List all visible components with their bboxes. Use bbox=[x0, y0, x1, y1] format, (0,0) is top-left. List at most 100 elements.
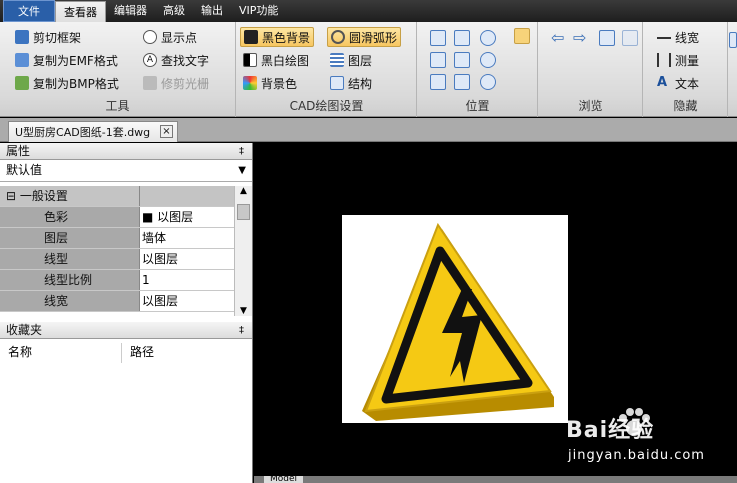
property-row[interactable]: 线型比例 1 bbox=[0, 270, 234, 291]
menu-editor[interactable]: 编辑器 bbox=[106, 0, 155, 22]
close-tab-icon[interactable]: × bbox=[160, 125, 173, 138]
section-general[interactable]: ⊟ 一般设置 bbox=[0, 186, 234, 207]
arc-icon bbox=[331, 30, 345, 44]
column-path-header[interactable]: 路径 bbox=[122, 343, 154, 363]
measure-label: 测量 bbox=[675, 53, 700, 68]
trim-raster-button[interactable]: 修剪光栅 bbox=[140, 73, 212, 93]
line-width-label: 线宽 bbox=[675, 30, 700, 45]
copy-emf-button[interactable]: 复制为EMF格式 bbox=[12, 50, 121, 70]
group-browse-label: 浏览 bbox=[578, 99, 603, 113]
rotate-icon[interactable] bbox=[430, 74, 446, 90]
layers-label: 图层 bbox=[348, 53, 373, 68]
document-tab-title: U型厨房CAD图纸-1套.dwg bbox=[15, 126, 151, 139]
ribbon-overflow-icon[interactable] bbox=[729, 32, 737, 48]
menu-advanced[interactable]: 高级 bbox=[155, 0, 193, 22]
scroll-thumb[interactable] bbox=[237, 204, 250, 220]
bw-icon bbox=[243, 53, 257, 67]
copy-bmp-button[interactable]: 复制为BMP格式 bbox=[12, 73, 122, 93]
pin-icon[interactable]: ‡ bbox=[239, 144, 244, 160]
group-tools: 剪切框架 复制为EMF格式 复制为BMP格式 显示点 A 查找文字 修剪光栅 工具 bbox=[0, 22, 236, 117]
collapse-icon[interactable]: ⊟ bbox=[6, 189, 16, 203]
text-button[interactable]: A 文本 bbox=[654, 73, 702, 93]
property-key: 线宽 bbox=[0, 291, 140, 311]
menu-bar: 文件 查看器 编辑器 高级 输出 VIP功能 bbox=[0, 0, 737, 23]
import-icon[interactable] bbox=[622, 30, 638, 46]
zoom-window-icon[interactable] bbox=[430, 30, 446, 46]
column-name-header[interactable]: 名称 bbox=[0, 343, 122, 363]
text-a-icon: A bbox=[657, 75, 668, 90]
layers-icon bbox=[330, 53, 344, 67]
smooth-arc-label: 圆滑弧形 bbox=[349, 30, 398, 45]
properties-combo[interactable]: 默认值 ▼ bbox=[0, 160, 252, 182]
structure-label: 结构 bbox=[348, 76, 373, 91]
measure-button[interactable]: 测量 bbox=[654, 50, 702, 70]
find-text-button[interactable]: A 查找文字 bbox=[140, 50, 212, 70]
zoom-all-icon[interactable] bbox=[454, 52, 470, 68]
smooth-arc-button[interactable]: 圆滑弧形 bbox=[327, 27, 402, 47]
property-value[interactable]: ■ 以图层 bbox=[140, 207, 234, 227]
menu-viewer[interactable]: 查看器 bbox=[55, 1, 106, 23]
properties-title: 属性 bbox=[6, 144, 31, 158]
property-key: 图层 bbox=[0, 228, 140, 248]
property-scrollbar[interactable]: ▲ ▼ bbox=[234, 186, 252, 316]
bw-drawing-button[interactable]: 黑白绘图 bbox=[240, 50, 312, 70]
refresh-view-icon[interactable] bbox=[454, 74, 470, 90]
group-tools-label: 工具 bbox=[105, 99, 130, 113]
fit-icon[interactable] bbox=[430, 52, 446, 68]
property-key: 线型 bbox=[0, 249, 140, 269]
property-row[interactable]: 线型 以图层 bbox=[0, 249, 234, 270]
property-value[interactable]: 以图层 bbox=[140, 291, 234, 311]
pin-icon[interactable]: ‡ bbox=[239, 323, 244, 339]
scroll-down-icon[interactable]: ▼ bbox=[235, 306, 252, 316]
scissors-icon bbox=[15, 30, 29, 44]
property-value[interactable]: 以图层 bbox=[140, 249, 234, 269]
zoom-options-icon[interactable] bbox=[480, 74, 496, 90]
back-arrow-icon[interactable]: ⇦ bbox=[551, 28, 564, 47]
background-color-button[interactable]: 背景色 bbox=[240, 73, 300, 93]
forward-arrow-icon[interactable]: ⇨ bbox=[573, 28, 586, 47]
favorites-columns: 名称 路径 bbox=[0, 343, 252, 363]
structure-button[interactable]: 结构 bbox=[327, 73, 375, 93]
show-points-label: 显示点 bbox=[161, 30, 198, 45]
cut-frame-button[interactable]: 剪切框架 bbox=[12, 27, 84, 47]
property-row[interactable]: 线宽 以图层 bbox=[0, 291, 234, 312]
property-grid: ⊟ 一般设置 色彩 ■ 以图层 图层 墙体 线型 以图层 线型比例 1 线宽 以图层 bbox=[0, 186, 234, 316]
menu-file[interactable]: 文件 bbox=[3, 0, 55, 22]
property-key: 线型比例 bbox=[0, 270, 140, 290]
pan-hand-icon[interactable] bbox=[514, 28, 530, 44]
zoom-extents-icon[interactable] bbox=[454, 30, 470, 46]
warning-sign-image bbox=[342, 215, 568, 423]
zoom-in-icon[interactable] bbox=[480, 30, 496, 46]
section-general-label: 一般设置 bbox=[19, 189, 68, 203]
property-key: 色彩 bbox=[0, 207, 140, 227]
palette-icon bbox=[243, 76, 257, 90]
menu-output[interactable]: 输出 bbox=[193, 0, 231, 22]
properties-header: 属性 ‡ bbox=[0, 143, 252, 160]
layers-button[interactable]: 图层 bbox=[327, 50, 375, 70]
document-tab[interactable]: U型厨房CAD图纸-1套.dwg × bbox=[8, 121, 178, 142]
menu-vip[interactable]: VIP功能 bbox=[231, 0, 286, 22]
show-points-button[interactable]: 显示点 bbox=[140, 27, 200, 47]
bmp-icon bbox=[15, 76, 29, 90]
model-tab[interactable]: Model bbox=[264, 476, 304, 483]
property-value[interactable]: 墙体 bbox=[140, 228, 234, 248]
zoom-out-icon[interactable] bbox=[480, 52, 496, 68]
black-background-button[interactable]: 黑色背景 bbox=[240, 27, 315, 47]
find-text-label: 查找文字 bbox=[161, 53, 210, 68]
property-row[interactable]: 图层 墙体 bbox=[0, 228, 234, 249]
property-value[interactable]: 1 bbox=[140, 270, 234, 290]
line-width-button[interactable]: 线宽 bbox=[654, 27, 702, 47]
black-bg-icon bbox=[244, 30, 258, 44]
line-width-icon bbox=[657, 37, 671, 43]
property-row[interactable]: 色彩 ■ 以图层 bbox=[0, 207, 234, 228]
group-position-label: 位置 bbox=[465, 99, 490, 113]
background-color-label: 背景色 bbox=[261, 76, 298, 91]
export-icon[interactable] bbox=[599, 30, 615, 46]
copy-emf-label: 复制为EMF格式 bbox=[33, 53, 118, 68]
group-position: 位置 bbox=[418, 22, 538, 117]
measure-icon bbox=[657, 53, 671, 67]
find-text-icon: A bbox=[143, 53, 157, 67]
high-voltage-icon bbox=[362, 222, 554, 421]
ribbon: 剪切框架 复制为EMF格式 复制为BMP格式 显示点 A 查找文字 修剪光栅 工具… bbox=[0, 22, 737, 117]
scroll-up-icon[interactable]: ▲ bbox=[235, 186, 252, 196]
